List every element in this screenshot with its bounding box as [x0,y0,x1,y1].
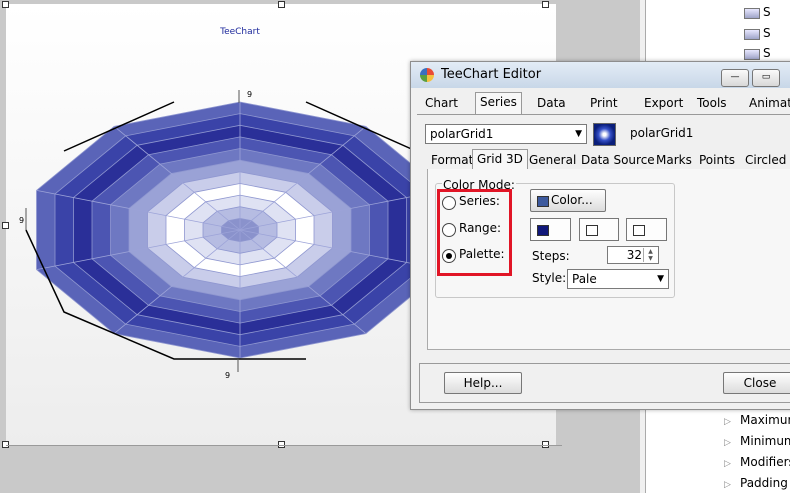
color-button-label: Color... [551,193,593,207]
tree-item[interactable]: S [763,5,771,19]
expand-arrow-icon[interactable]: ▷ [724,417,731,427]
steps-label: Steps: [532,249,570,263]
spinner-arrows-icon[interactable]: ▲ ▼ [643,248,657,262]
expand-arrow-icon[interactable]: ▷ [724,438,731,448]
range-start-swatch [537,225,549,236]
close-button-label: Close [743,376,777,390]
color-button[interactable]: Color... [530,189,606,212]
steps-value: 32 [626,248,642,262]
series-name: polarGrid1 [630,126,694,140]
tab-series[interactable]: Series [475,92,522,114]
axis-label-left: 9 [19,216,24,225]
tab-chart[interactable]: Chart [421,94,462,112]
style-select[interactable]: Pale ▼ [567,269,669,289]
style-label: Style: [532,271,567,285]
tab-points[interactable]: Points [695,151,739,169]
resize-handle-ml[interactable] [2,222,9,229]
title-bar[interactable]: TeeChart Editor — ▭ [411,62,790,88]
tree-item[interactable]: S [763,46,771,60]
tab-data-source[interactable]: Data Source [577,151,659,169]
close-button[interactable]: Close [723,372,790,394]
chevron-down-icon: ▼ [657,274,664,284]
tab-export[interactable]: Export [640,94,687,112]
series-tabs: Format Grid 3D General Data Source Marks… [427,149,790,171]
component-icon [744,29,760,40]
series-select[interactable]: polarGrid1 ▼ [425,124,587,144]
component-icon [744,8,760,19]
polar-grid-rings [36,101,444,359]
property-padding[interactable]: Padding [740,476,788,490]
minimize-button[interactable]: — [721,69,749,87]
teechart-editor-dialog: TeeChart Editor — ▭ Chart Series Data Pr… [410,61,790,410]
teechart-app-icon [420,68,434,82]
range-mid-swatch [586,225,598,236]
chevron-down-icon: ▼ [575,129,582,139]
property-maximum[interactable]: Maximur [740,413,790,427]
range-mid-color-button[interactable] [579,218,619,241]
maximize-button[interactable]: ▭ [752,69,780,87]
range-end-color-button[interactable] [626,218,667,241]
axis-label-bottom: 9 [225,371,230,380]
axis-label-top: 9 [247,90,252,99]
tab-animation[interactable]: Animati [745,94,790,112]
form-bottom-edge [6,445,562,446]
resize-handle-tm[interactable] [278,1,285,8]
property-minimum[interactable]: Minimum [740,434,790,448]
component-icon [744,49,760,60]
dialog-title: TeeChart Editor [441,67,542,82]
help-button-label: Help... [463,376,503,390]
polar-grid-series-icon [593,123,616,146]
help-button[interactable]: Help... [444,372,522,394]
highlight-box [437,189,512,276]
tree-item[interactable]: S [763,26,771,40]
series-select-value: polarGrid1 [430,127,494,141]
tab-general[interactable]: General [525,151,580,169]
tab-tools[interactable]: Tools [693,94,731,112]
series-color-swatch [537,196,549,207]
range-start-color-button[interactable] [530,218,571,241]
tab-marks[interactable]: Marks [652,151,696,169]
style-select-value: Pale [572,272,597,286]
tab-data[interactable]: Data [533,94,570,112]
tab-format[interactable]: Format [427,151,477,169]
tab-grid-3d[interactable]: Grid 3D [472,149,528,171]
expand-arrow-icon[interactable]: ▷ [724,459,731,469]
resize-handle-tr[interactable] [542,1,549,8]
resize-handle-tl[interactable] [2,1,9,8]
range-end-swatch [633,225,645,236]
tab-circled[interactable]: Circled [741,151,790,169]
main-tabs: Chart Series Data Print Export Tools Ani… [417,92,790,115]
steps-spinner[interactable]: 32 ▲ ▼ [607,246,659,264]
property-modifiers[interactable]: Modifiers [740,455,790,469]
tab-print[interactable]: Print [586,94,622,112]
expand-arrow-icon[interactable]: ▷ [724,480,731,490]
